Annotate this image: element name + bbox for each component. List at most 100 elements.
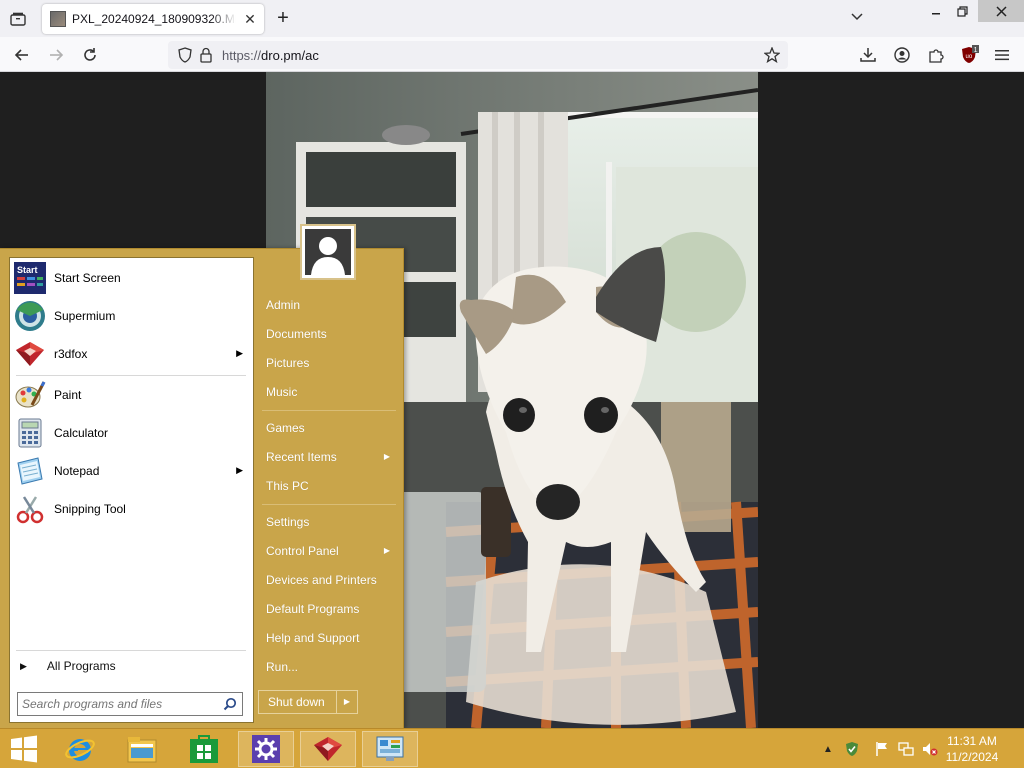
program-label: Calculator [54,426,109,440]
link-devices-and-printers[interactable]: Devices and Printers [258,567,398,593]
link-label: Run... [266,660,299,674]
network-icon[interactable] [898,741,914,757]
link-documents[interactable]: Documents [258,321,398,347]
submenu-arrow-icon[interactable]: ▶ [236,465,243,476]
program-label: Snipping Tool [54,502,126,516]
program-calculator[interactable]: Calculator [10,415,253,451]
link-control-panel[interactable]: Control Panel ▶ [258,538,398,564]
link-admin[interactable]: Admin [258,292,398,318]
program-paint[interactable]: Paint [10,377,253,413]
program-supermium[interactable]: Supermium [10,298,253,334]
program-label: Paint [54,388,82,402]
shutdown-options-arrow-icon[interactable]: ▶ [337,691,357,713]
program-snipping-tool[interactable]: Snipping Tool [10,491,253,527]
browser-tab-bar: PXL_20240924_180909320.MP.jpg ✕ + [0,0,1024,37]
separator [16,375,246,376]
ublock-origin-icon[interactable]: uo 1 [958,43,982,67]
link-run[interactable]: Run... [258,654,398,680]
submenu-arrow-icon[interactable]: ▶ [236,348,243,359]
link-recent-items[interactable]: Recent Items ▶ [258,444,398,470]
settings-gear-icon [252,735,280,763]
svg-text:uo: uo [966,54,973,60]
link-label: Pictures [266,356,310,370]
taskbar-r3dfox[interactable] [300,731,356,767]
program-label: Start Screen [54,271,121,285]
firefox-view-icon[interactable] [6,8,30,30]
taskbar-store[interactable] [176,731,232,767]
show-hidden-icons-chevron-icon[interactable]: ▲ [820,741,836,757]
image-favicon-icon [50,11,66,27]
store-icon [190,735,218,763]
restore-button[interactable] [947,0,977,22]
link-label: Devices and Printers [266,573,377,587]
security-shield-icon[interactable] [844,741,860,757]
search-input[interactable] [22,693,218,715]
lock-icon[interactable] [200,47,212,66]
forward-arrow-icon[interactable] [44,43,68,67]
new-tab-button[interactable]: + [272,8,294,30]
reload-icon[interactable] [78,43,102,67]
menu-hamburger-icon[interactable] [990,43,1014,67]
all-programs-button[interactable]: ▶ All Programs [10,654,253,678]
extension-badge: 1 [974,47,978,54]
url-scheme: https:// [222,48,262,63]
program-notepad[interactable]: Notepad ▶ [10,453,253,489]
window-close-button[interactable] [978,0,1024,22]
link-pictures[interactable]: Pictures [258,350,398,376]
link-label: Default Programs [266,602,360,616]
account-icon[interactable] [890,43,914,67]
search-box[interactable] [17,692,243,716]
link-label: Help and Support [266,631,360,645]
address-bar[interactable]: https://dro.pm/ac [168,41,788,69]
search-icon[interactable] [223,697,237,714]
extensions-puzzle-icon[interactable] [924,43,948,67]
link-label: Recent Items [266,450,337,464]
shutdown-button[interactable]: Shut down [259,691,337,713]
link-default-programs[interactable]: Default Programs [258,596,398,622]
link-label: Admin [266,298,301,312]
link-label: This PC [266,479,309,493]
user-avatar[interactable] [300,224,356,280]
link-this-pc[interactable]: This PC [258,473,398,499]
supermium-icon [14,300,46,332]
program-start-screen[interactable]: Start Start Screen [10,260,253,296]
program-label: r3dfox [54,347,88,361]
tracking-shield-icon[interactable] [178,47,192,66]
shutdown-split-button: Shut down ▶ [258,690,358,714]
link-music[interactable]: Music [258,379,398,405]
taskbar-internet-explorer[interactable] [52,731,108,767]
taskbar-file-explorer[interactable] [114,731,170,767]
link-help-and-support[interactable]: Help and Support [258,625,398,651]
browser-tab[interactable]: PXL_20240924_180909320.MP.jpg ✕ [42,4,264,34]
url-text: https://dro.pm/ac [222,48,319,63]
list-all-tabs-chevron-icon[interactable] [850,9,870,29]
separator [262,410,396,411]
link-settings[interactable]: Settings [258,509,398,535]
taskbar-settings[interactable] [238,731,294,767]
separator [262,504,396,505]
taskbar: ▲ 11:31 AM 11/2/2024 [0,728,1024,768]
downloads-icon[interactable] [856,43,880,67]
link-label: Music [266,385,298,399]
submenu-arrow-icon: ▶ [383,546,390,555]
calculator-icon [14,417,46,449]
separator [16,650,246,651]
tab-close-icon[interactable]: ✕ [242,11,258,27]
action-center-flag-icon[interactable] [874,741,890,757]
user-silhouette-icon [311,237,345,275]
start-button[interactable] [0,729,48,768]
clock-date: 11/2/2024 [945,750,999,764]
start-menu-programs-pane: Start Start Screen Supermium r3dfox ▶ Pa… [9,257,254,723]
taskbar-control-panel[interactable] [362,731,418,767]
link-games[interactable]: Games [258,415,398,441]
bookmark-star-icon[interactable] [760,43,784,67]
paint-icon [14,379,46,411]
windows-logo-icon [11,735,37,763]
file-explorer-icon [127,737,157,763]
clock[interactable]: 11:31 AM 11/2/2024 [932,733,1012,765]
start-screen-icon: Start [14,262,46,294]
expand-triangle-icon: ▶ [20,660,27,671]
link-label: Documents [266,327,327,341]
back-arrow-icon[interactable] [10,43,34,67]
program-r3dfox[interactable]: r3dfox ▶ [10,336,253,372]
